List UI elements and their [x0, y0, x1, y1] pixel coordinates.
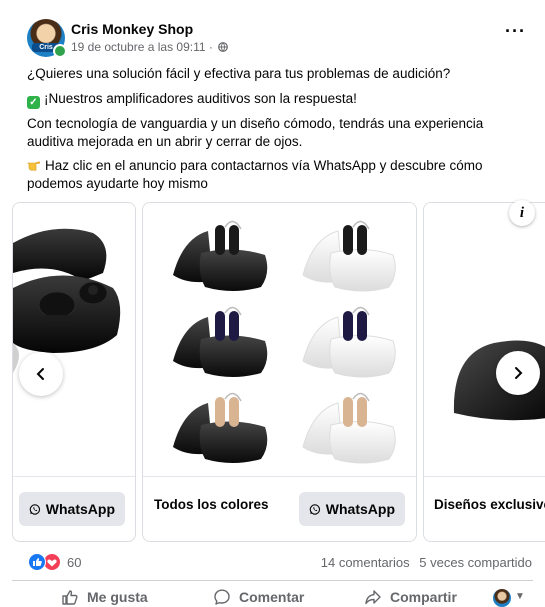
post-text-line-hand: Haz clic en el anuncio para contactarnos… — [27, 157, 507, 193]
carousel-prev-button[interactable] — [19, 352, 63, 396]
ad-info-button[interactable]: i — [509, 200, 535, 226]
online-status-dot — [53, 44, 67, 58]
like-label: Me gusta — [87, 589, 148, 605]
pointing-hand-icon — [27, 161, 41, 171]
post-text-line: Con tecnología de vanguardia y un diseño… — [27, 116, 484, 149]
caret-down-icon[interactable]: ▼ — [515, 591, 525, 602]
whatsapp-button[interactable]: WhatsApp — [19, 492, 125, 526]
whatsapp-button[interactable]: WhatsApp — [299, 492, 405, 526]
post-text-line: ¿Quieres una solución fácil y efectiva p… — [27, 66, 451, 81]
share-label: Compartir — [390, 589, 457, 605]
reactions-summary[interactable]: 60 — [28, 553, 81, 571]
like-button[interactable]: Me gusta — [61, 588, 148, 606]
more-options-button[interactable]: ··· — [505, 22, 526, 40]
post-timestamp[interactable]: 19 de octubre a las 09:11 · — [71, 40, 213, 54]
carousel-card[interactable]: Todos los colores WhatsApp — [142, 202, 417, 542]
carousel-card-title: Diseños exclusivos — [434, 497, 545, 512]
product-image[interactable] — [424, 203, 545, 477]
facebook-post: Cris Cris Monkey Shop 19 de octubre a la… — [0, 0, 545, 607]
whatsapp-icon — [309, 503, 321, 515]
product-image[interactable] — [13, 203, 135, 477]
whatsapp-button-label: WhatsApp — [45, 501, 115, 517]
black-case-image — [453, 340, 545, 421]
comments-count[interactable]: 14 comentarios — [321, 555, 410, 570]
reaction-count: 60 — [67, 554, 82, 570]
whatsapp-icon — [29, 503, 41, 515]
whatsapp-button-label: WhatsApp — [325, 501, 395, 517]
carousel-next-button[interactable] — [496, 351, 540, 395]
check-mark-icon: ✓ — [27, 96, 40, 109]
chevron-right-icon — [515, 367, 523, 379]
product-image-colors[interactable] — [143, 203, 416, 477]
share-arrow-icon — [365, 590, 381, 605]
post-text-line-check: ✓ ¡Nuestros amplificadores auditivos son … — [27, 90, 507, 109]
thumbs-up-icon — [62, 590, 78, 605]
share-button[interactable]: Compartir — [364, 588, 457, 606]
like-reaction-icon — [28, 553, 46, 571]
divider — [12, 580, 533, 581]
chevron-left-icon — [36, 368, 44, 380]
ad-carousel: WhatsApp Todos los colores WhatsApp Dise… — [0, 202, 545, 547]
carousel-card-title: Todos los colores — [154, 497, 269, 512]
globe-icon — [218, 42, 229, 52]
hearing-aid-colors-image — [173, 220, 396, 464]
post-text: Haz clic en el anuncio para contactarnos… — [27, 158, 483, 191]
post-text: ¡Nuestros amplificadores auditivos son l… — [44, 91, 357, 106]
page-name[interactable]: Cris Monkey Shop — [71, 21, 193, 37]
comment-label: Comentar — [239, 589, 305, 605]
post-timestamp-row: 19 de octubre a las 09:11 · — [71, 40, 229, 54]
comment-button[interactable]: Comentar — [213, 588, 304, 606]
earbuds-case-image — [13, 228, 121, 373]
comment-bubble-icon — [214, 589, 230, 605]
react-as-avatar[interactable] — [493, 589, 511, 607]
engagement-stats: 14 comentarios 5 veces compartido — [321, 555, 532, 570]
shares-count[interactable]: 5 veces compartido — [419, 555, 532, 570]
